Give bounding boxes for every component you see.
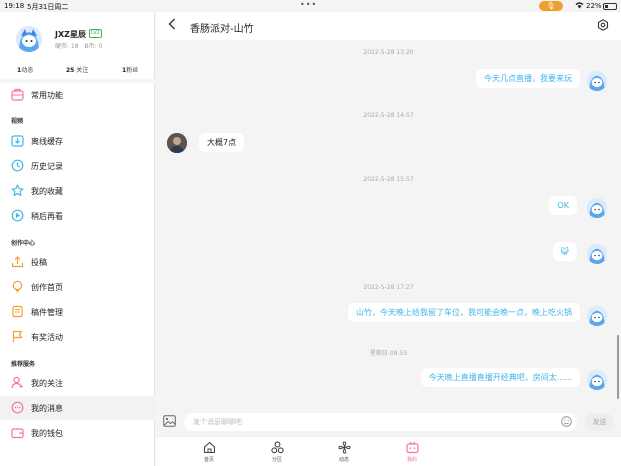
- status-date: 5月31日周二: [27, 3, 69, 11]
- status-time: 19:18: [4, 2, 25, 10]
- battery-icon: [603, 3, 617, 10]
- multitask-dots-icon[interactable]: •••: [300, 0, 317, 9]
- sidebar-item-label: 常用功能: [31, 91, 63, 100]
- sidebar-item-label: 我的消息: [31, 404, 63, 413]
- sidebar-item-label: 投稿: [31, 258, 47, 267]
- message-input[interactable]: [184, 413, 577, 431]
- sidebar-item-label: 创作首页: [31, 283, 63, 292]
- scrollbar[interactable]: [617, 335, 619, 399]
- avatar[interactable]: [587, 71, 607, 91]
- username: JXZ星辰: [55, 30, 86, 39]
- follow-icon: [11, 376, 23, 389]
- sidebar-item-offline-cache[interactable]: 离线缓存: [0, 129, 155, 153]
- fan-icon: [337, 441, 351, 454]
- section-title-creator: 创作中心: [11, 240, 36, 247]
- watch-later-icon: [11, 209, 24, 222]
- message-input-bar: 发送: [156, 410, 621, 434]
- message-timestamp: 2022-5-28 14:57: [363, 112, 414, 119]
- battery-percent: 22%: [586, 2, 602, 10]
- avatar[interactable]: [587, 244, 607, 264]
- message-icon: [11, 401, 24, 414]
- manage-icon: [12, 305, 23, 318]
- flag-icon: [12, 330, 23, 342]
- message-timestamp: 星期日 08:53: [369, 350, 408, 357]
- coin-balance: 硬币: 18 B币: 0: [55, 43, 103, 50]
- stat-followers[interactable]: 1粉丝: [122, 65, 138, 74]
- toolbox-icon: [11, 88, 24, 101]
- sidebar-item-manage[interactable]: 稿件管理: [0, 300, 155, 324]
- star-icon: [11, 184, 24, 197]
- sidebar-item-label: 离线缓存: [31, 137, 63, 146]
- chat-header: 香肠派对-山竹: [156, 12, 621, 40]
- sidebar-item-following[interactable]: 我的关注: [0, 371, 155, 395]
- sidebar-item-events[interactable]: 有奖活动: [0, 325, 155, 349]
- tab-category[interactable]: 分区: [257, 441, 297, 466]
- gear-icon[interactable]: [597, 19, 609, 31]
- profile-stats: 1动态 25 关注 1粉丝: [0, 62, 155, 76]
- sidebar-item-label: 稍后再看: [31, 212, 63, 221]
- message-bubble-sent[interactable]: 今天晚上直播直播开经典吧，房间太......: [420, 368, 580, 387]
- message-bubble-sent[interactable]: OK: [549, 196, 577, 215]
- message-timestamp: 2022-5-28 17:27: [363, 284, 414, 291]
- avatar[interactable]: [587, 306, 607, 326]
- sidebar-item-history[interactable]: 历史记录: [0, 154, 155, 178]
- sidebar-item-creator-home[interactable]: 创作首页: [0, 275, 155, 299]
- sidebar-item-upload[interactable]: 投稿: [0, 250, 155, 274]
- chat-title: 香肠派对-山竹: [190, 24, 254, 35]
- bottom-tab-bar: 首页 分区 动态 我的: [156, 436, 621, 466]
- section-title-video: 视频: [11, 118, 24, 125]
- sidebar-item-wallet[interactable]: 我的钱包: [0, 421, 155, 445]
- sidebar: JXZ星辰 LV2 硬币: 18 B币: 0 1动态 25 关注 1粉丝 常用功…: [0, 12, 155, 466]
- sidebar-item-label: 我的钱包: [31, 429, 63, 438]
- sidebar-item-label: 我的收藏: [31, 187, 63, 196]
- send-button[interactable]: 发送: [585, 413, 614, 431]
- wallet-icon: [11, 428, 24, 439]
- level-badge: LV2: [89, 29, 102, 38]
- tv-icon: [405, 441, 419, 454]
- sidebar-item-label: 历史记录: [31, 162, 63, 171]
- sidebar-item-label: 有奖活动: [31, 333, 63, 342]
- avatar[interactable]: [16, 26, 42, 52]
- message-bubble-received[interactable]: 大概7点: [199, 133, 245, 152]
- tab-home[interactable]: 首页: [189, 441, 229, 466]
- section-title-services: 推荐服务: [11, 361, 36, 368]
- message-timestamp: 2022-5-28 15:57: [363, 176, 414, 183]
- sidebar-item-common-functions[interactable]: 常用功能: [0, 83, 155, 107]
- bulb-icon: [12, 280, 23, 293]
- back-icon[interactable]: [168, 18, 176, 33]
- emoji-icon[interactable]: [561, 416, 572, 427]
- message-timestamp: 2022-5-28 13:20: [363, 49, 414, 56]
- tab-mine[interactable]: 我的: [392, 441, 432, 466]
- message-bubble-sent[interactable]: 山竹，今天晚上给我留了车位，我可能会晚一点，晚上吃火锅: [348, 303, 580, 322]
- stat-following[interactable]: 25 关注: [66, 65, 88, 74]
- download-icon: [11, 135, 24, 147]
- microphone-icon: 🎙: [539, 1, 563, 11]
- status-bar: 19:18 5月31日周二 ••• 🎙 22%: [0, 0, 621, 12]
- sidebar-item-favorites[interactable]: 我的收藏: [0, 179, 155, 203]
- sidebar-item-label: 稿件管理: [31, 308, 63, 317]
- history-icon: [11, 159, 24, 172]
- chat-panel: 香肠派对-山竹 2022-5-28 13:20 今天几点直播，我要来玩 2022…: [156, 12, 621, 466]
- category-icon: [270, 441, 284, 454]
- image-icon[interactable]: [163, 415, 176, 427]
- sidebar-item-label: 我的关注: [31, 379, 63, 388]
- stat-posts[interactable]: 1动态: [17, 65, 33, 74]
- avatar-contact[interactable]: [167, 133, 187, 153]
- wifi-icon: [575, 1, 584, 11]
- home-icon: [203, 441, 215, 454]
- message-bubble-sent[interactable]: 今天几点直播，我要来玩: [476, 69, 580, 88]
- profile-card[interactable]: JXZ星辰 LV2 硬币: 18 B币: 0: [0, 12, 155, 62]
- tab-dynamic[interactable]: 动态: [324, 441, 364, 466]
- upload-icon: [11, 256, 24, 268]
- sidebar-item-watch-later[interactable]: 稍后再看: [0, 204, 155, 228]
- message-bubble-sent-emoji[interactable]: 😺: [552, 242, 577, 261]
- avatar[interactable]: [587, 370, 607, 390]
- avatar[interactable]: [587, 198, 607, 218]
- sidebar-item-messages[interactable]: 我的消息: [0, 396, 155, 420]
